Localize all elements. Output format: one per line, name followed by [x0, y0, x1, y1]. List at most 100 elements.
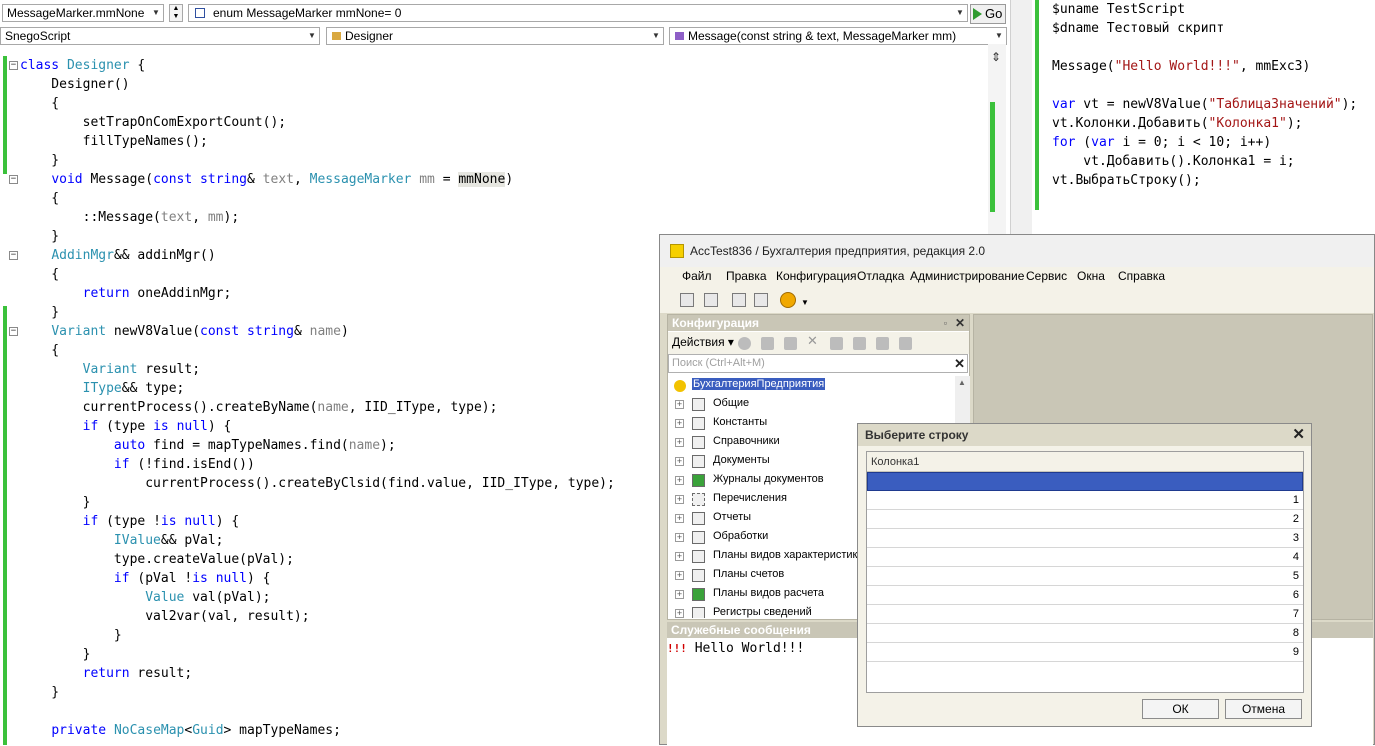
script-line: var vt = newV8Value("ТаблицаЗначений");	[1052, 97, 1358, 112]
table-row[interactable]: 2	[867, 510, 1303, 529]
menu-item-administration[interactable]: Администрирование	[910, 269, 1024, 283]
new-icon[interactable]	[680, 293, 694, 307]
expand-plus-icon: +	[675, 589, 684, 599]
window-icon[interactable]	[754, 293, 768, 307]
message-row[interactable]: !!! Hello World!!!	[667, 641, 804, 656]
menu-item-service[interactable]: Сервис	[1026, 269, 1067, 283]
code-line: fillTypeNames();	[20, 134, 208, 149]
definition-combo[interactable]: enum MessageMarker mmNone= 0 ▼	[188, 4, 968, 22]
cancel-button[interactable]: Отмена	[1225, 699, 1302, 719]
rows-table: Колонка1 1 2 3 4 5 6 7 8 9	[866, 451, 1304, 693]
code-line: }	[20, 628, 122, 643]
move-down-icon[interactable]	[853, 337, 866, 350]
menu-item-file[interactable]: Файл	[682, 269, 712, 283]
code-line: }	[20, 153, 60, 168]
table-row[interactable]: 8	[867, 624, 1303, 643]
fold-minus-icon[interactable]: −	[9, 61, 18, 70]
code-line: Designer()	[20, 77, 130, 92]
go-button[interactable]: Go	[970, 4, 1006, 24]
class-combo[interactable]: Designer ▼	[326, 27, 664, 45]
code-line: }	[20, 647, 91, 662]
code-line: private NoCaseMap<Guid> mapTypeNames;	[51, 723, 341, 738]
table-row[interactable]: 3	[867, 529, 1303, 548]
common-icon	[692, 398, 705, 411]
script-line: for (var i = 0; i < 10; i++)	[1052, 135, 1272, 150]
code-line: Value val(pVal);	[145, 590, 271, 605]
menu-item-edit[interactable]: Правка	[726, 269, 767, 283]
dialog-title-bar[interactable]: Выберите строку ✕	[858, 424, 1311, 446]
add-icon[interactable]	[738, 337, 751, 350]
ok-button[interactable]: ОК	[1142, 699, 1219, 719]
expand-plus-icon: +	[675, 608, 684, 618]
member-combo[interactable]: MessageMarker.mmNone ▼	[2, 4, 164, 22]
splitter[interactable]	[1010, 0, 1033, 235]
spin-buttons[interactable]: ▲ ▼	[169, 4, 183, 22]
copy-icon[interactable]	[784, 337, 797, 350]
table-row[interactable]: 5	[867, 567, 1303, 586]
table-row[interactable]: 9	[867, 643, 1303, 662]
fold-minus-icon[interactable]: −	[9, 251, 18, 260]
edit-icon[interactable]	[761, 337, 774, 350]
tree-item[interactable]: + Общие	[668, 395, 954, 414]
split-icon[interactable]: ⇕	[991, 50, 1001, 64]
code-line: Variant result;	[82, 362, 201, 377]
script-editor[interactable]: $uname TestScript $dname Тестовый скрипт…	[1032, 0, 1375, 235]
menu-item-help[interactable]: Справка	[1118, 269, 1165, 283]
filter-icon[interactable]	[899, 337, 912, 350]
close-icon[interactable]: ✕	[1292, 424, 1305, 446]
menu-item-windows[interactable]: Окна	[1077, 269, 1105, 283]
table-row[interactable]	[867, 472, 1303, 491]
table-row[interactable]: 4	[867, 548, 1303, 567]
sort-icon[interactable]	[876, 337, 889, 350]
pin-icon[interactable]: ▫	[944, 315, 947, 331]
navigation-bar-bottom: SnegoScript ▼ Designer ▼ Message(const s…	[0, 25, 1008, 45]
run-icon[interactable]	[780, 292, 796, 308]
column-header[interactable]: Колонка1	[867, 452, 1303, 472]
table-row[interactable]: 6	[867, 586, 1303, 605]
menu-item-configuration[interactable]: Конфигурация	[776, 269, 857, 283]
expand-plus-icon: +	[675, 532, 684, 542]
code-line: type.createValue(pVal);	[20, 552, 294, 567]
code-line: if (pVal !is null) {	[113, 571, 271, 586]
expand-plus-icon: +	[675, 399, 684, 409]
open-icon[interactable]	[704, 293, 718, 307]
config-root-icon	[674, 380, 686, 392]
method-combo[interactable]: Message(const string & text, MessageMark…	[669, 27, 1007, 45]
catalogs-icon	[692, 436, 705, 449]
method-combo-value: Message(const string & text, MessageMark…	[688, 29, 957, 43]
tree-item[interactable]: БухгалтерияПредприятия	[668, 376, 954, 395]
code-line: }	[20, 495, 91, 510]
table-row[interactable]: 7	[867, 605, 1303, 624]
code-line: {	[20, 191, 60, 206]
script-line: vt.Колонки.Добавить("Колонка1");	[1052, 116, 1303, 131]
database-icon[interactable]	[732, 293, 746, 307]
delete-icon[interactable]: ✕	[807, 333, 820, 348]
window-title-bar[interactable]: AccTest836 / Бухгалтерия предприятия, ре…	[660, 235, 1374, 267]
close-icon[interactable]: ✕	[955, 315, 965, 331]
member-combo-value: MessageMarker.mmNone	[7, 6, 145, 20]
code-line: {	[20, 267, 60, 282]
dropdown-arrow-icon[interactable]: ▼	[305, 28, 319, 44]
code-line: class Designer {	[20, 58, 146, 73]
fold-minus-icon[interactable]: −	[9, 175, 18, 184]
scroll-up-icon[interactable]: ▲	[958, 378, 966, 387]
move-up-icon[interactable]	[830, 337, 843, 350]
panel-header: Конфигурация ▫ ✕	[668, 315, 969, 331]
table-row[interactable]: 1	[867, 491, 1303, 510]
dropdown-arrow-icon[interactable]: ▼	[149, 5, 163, 21]
reports-icon	[692, 512, 705, 525]
dropdown-arrow-icon[interactable]: ▼	[801, 298, 809, 307]
dropdown-arrow-icon[interactable]: ▼	[953, 5, 967, 21]
change-bar	[1035, 0, 1039, 210]
dropdown-arrow-icon[interactable]: ▼	[649, 28, 663, 44]
clear-icon[interactable]: ✕	[954, 355, 965, 372]
script-line: vt.ВыбратьСтроку();	[1052, 173, 1201, 188]
enums-icon	[692, 493, 705, 506]
fold-minus-icon[interactable]: −	[9, 327, 18, 336]
menu-item-debug[interactable]: Отладка	[857, 269, 904, 283]
code-line: currentProcess().createByClsid(find.valu…	[20, 476, 615, 491]
project-combo[interactable]: SnegoScript ▼	[0, 27, 320, 45]
actions-menu[interactable]: Действия ▾	[672, 335, 734, 349]
search-input[interactable]: Поиск (Ctrl+Alt+M) ✕	[668, 354, 968, 373]
dropdown-arrow-icon[interactable]: ▼	[992, 28, 1006, 44]
